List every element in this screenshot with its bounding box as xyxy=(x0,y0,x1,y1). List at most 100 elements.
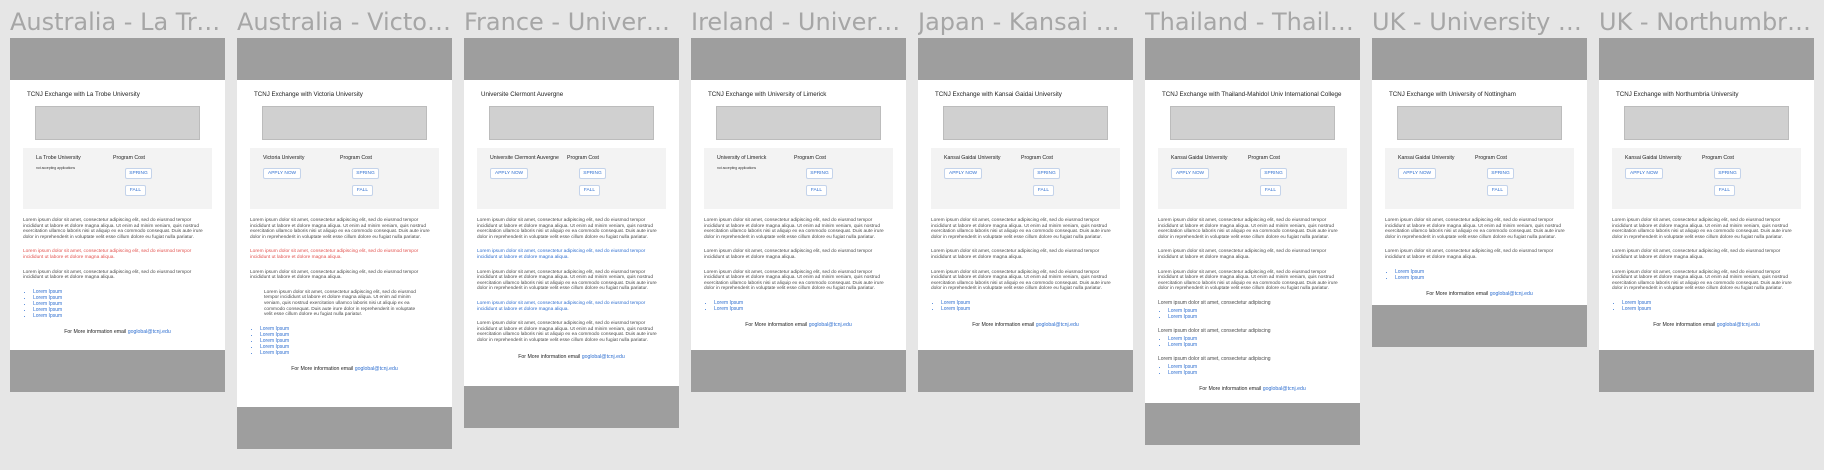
footer-bar xyxy=(918,350,1133,392)
section-intro: Lorem ipsum dolor sit amet, consectetur … xyxy=(1158,327,1271,334)
footer-bar xyxy=(1599,350,1814,392)
spring-button[interactable]: SPRING xyxy=(1487,168,1514,179)
fall-button[interactable]: FALL xyxy=(1033,185,1054,196)
body-paragraph: Lorem ipsum dolor sit amet, consectetur … xyxy=(1612,218,1792,240)
list-link[interactable]: Lorem Ipsum xyxy=(1395,275,1574,281)
frame-uk-nottingham[interactable]: UK - University of... TCNJ Exchange with… xyxy=(1372,0,1587,347)
fall-button[interactable]: FALL xyxy=(125,185,146,196)
footer-text: For More information email xyxy=(64,328,127,335)
program-cost-label: Program Cost xyxy=(1021,155,1053,161)
highlight-paragraph: Lorem ipsum dolor sit amet, consectetur … xyxy=(250,249,419,260)
footer-contact: For More information email goglobal@tcnj… xyxy=(931,322,1120,328)
section-intro: Lorem ipsum dolor sit amet, consectetur … xyxy=(1158,355,1271,362)
footer-bar xyxy=(10,350,225,392)
body-paragraph: Lorem ipsum dolor sit amet, consectetur … xyxy=(931,269,1111,292)
frame-title[interactable]: UK - University of... xyxy=(1372,6,1587,38)
frame-title[interactable]: Japan - Kansai G... xyxy=(918,6,1133,38)
spring-button[interactable]: SPRING xyxy=(125,168,152,179)
frame-thailand[interactable]: Thailand - Thailan... TCNJ Exchange with… xyxy=(1145,0,1360,445)
footer-text: For More information email xyxy=(1199,385,1262,392)
body-paragraph: Lorem ipsum dolor sit amet, consectetur … xyxy=(250,269,419,281)
university-name: Kansai Gaidai University xyxy=(1171,155,1228,161)
link-list: Lorem Ipsum Lorem Ipsum xyxy=(931,300,1120,312)
program-info-box: Universite Clermont Auvergne APPLY NOW P… xyxy=(477,148,666,209)
program-cost-label: Program Cost xyxy=(794,155,826,161)
body-paragraph: Lorem ipsum dolor sit amet, consectetur … xyxy=(931,249,1100,260)
footer-email-link[interactable]: goglobal@tcnj.edu xyxy=(1717,322,1760,328)
list-link[interactable]: Lorem Ipsum xyxy=(260,350,439,356)
frame-title[interactable]: Thailand - Thailan... xyxy=(1145,6,1360,38)
list-link[interactable]: Lorem Ipsum xyxy=(941,306,1120,312)
page-preview: TCNJ Exchange with Kansai Gaidai Univers… xyxy=(918,38,1133,392)
frame-ireland[interactable]: Ireland - Universit... TCNJ Exchange wit… xyxy=(691,0,906,392)
footer-text: For More information email xyxy=(745,321,808,328)
apply-now-button[interactable]: APPLY NOW xyxy=(944,168,983,179)
header-bar xyxy=(10,38,225,80)
header-bar xyxy=(1145,38,1360,80)
fall-button[interactable]: FALL xyxy=(806,185,827,196)
link-list: Lorem Ipsum Lorem Ipsum Lorem Ipsum Lore… xyxy=(23,289,212,319)
frame-uk-northumbria[interactable]: UK - Northumbria... TCNJ Exchange with N… xyxy=(1599,0,1814,392)
spring-button[interactable]: SPRING xyxy=(1714,168,1741,179)
link-list: Lorem Ipsum Lorem Ipsum Lorem Ipsum Lore… xyxy=(250,326,439,356)
highlight-paragraph: Lorem ipsum dolor sit amet, consectetur … xyxy=(477,300,646,312)
spring-button[interactable]: SPRING xyxy=(352,168,379,179)
fall-button[interactable]: FALL xyxy=(352,185,373,196)
hero-image-placeholder xyxy=(716,106,881,140)
frame-japan[interactable]: Japan - Kansai G... TCNJ Exchange with K… xyxy=(918,0,1133,392)
body-paragraph: Lorem ipsum dolor sit amet, consectetur … xyxy=(1612,269,1792,292)
apply-now-button[interactable]: APPLY NOW xyxy=(1625,168,1664,179)
program-info-box: Kansai Gaidai University APPLY NOW Progr… xyxy=(1385,148,1574,209)
link-list: Lorem Ipsum Lorem Ipsum xyxy=(1158,336,1347,348)
spring-button[interactable]: SPRING xyxy=(579,168,606,179)
footer-text: For More information email xyxy=(972,321,1035,328)
fall-button[interactable]: FALL xyxy=(579,185,600,196)
apply-now-button[interactable]: APPLY NOW xyxy=(263,168,302,179)
footer-email-link[interactable]: goglobal@tcnj.edu xyxy=(128,329,171,335)
header-bar xyxy=(1372,38,1587,80)
frame-title[interactable]: Australia - La Tro... xyxy=(10,6,225,38)
hero-image-placeholder xyxy=(35,106,200,140)
program-cost-label: Program Cost xyxy=(113,155,145,161)
frame-title[interactable]: Ireland - Universit... xyxy=(691,6,906,38)
list-link[interactable]: Lorem Ipsum xyxy=(1168,314,1347,320)
body-paragraph: Lorem ipsum dolor sit amet, consectetur … xyxy=(477,218,657,240)
footer-text: For More information email xyxy=(1426,290,1489,297)
list-link[interactable]: Lorem Ipsum xyxy=(33,313,212,319)
list-link[interactable]: Lorem Ipsum xyxy=(1622,306,1801,312)
body-paragraph: Lorem ipsum dolor sit amet, consectetur … xyxy=(1612,249,1781,260)
spring-button[interactable]: SPRING xyxy=(1260,168,1287,179)
footer-email-link[interactable]: goglobal@tcnj.edu xyxy=(582,354,625,360)
frame-france[interactable]: France - Universit... Universite Clermon… xyxy=(464,0,679,428)
hero-image-placeholder xyxy=(943,106,1108,140)
apply-now-button[interactable]: APPLY NOW xyxy=(490,168,529,179)
program-info-box: Victoria University APPLY NOW Program Co… xyxy=(250,148,439,209)
frame-title[interactable]: Australia - Victori... xyxy=(237,6,452,38)
fall-button[interactable]: FALL xyxy=(1714,185,1735,196)
footer-email-link[interactable]: goglobal@tcnj.edu xyxy=(355,366,398,372)
frame-australia-la-trobe[interactable]: Australia - La Tro... TCNJ Exchange with… xyxy=(10,0,225,392)
program-cost-label: Program Cost xyxy=(1702,155,1734,161)
header-bar xyxy=(918,38,1133,80)
university-name: University of Limerick xyxy=(717,155,767,161)
frame-title[interactable]: UK - Northumbria... xyxy=(1599,6,1814,38)
list-link[interactable]: Lorem Ipsum xyxy=(1168,370,1347,376)
footer-email-link[interactable]: goglobal@tcnj.edu xyxy=(1263,386,1306,392)
frame-australia-victoria[interactable]: Australia - Victori... TCNJ Exchange wit… xyxy=(237,0,452,449)
frame-title[interactable]: France - Universit... xyxy=(464,6,679,38)
list-link[interactable]: Lorem Ipsum xyxy=(1168,342,1347,348)
footer-email-link[interactable]: goglobal@tcnj.edu xyxy=(1490,291,1533,297)
fall-button[interactable]: FALL xyxy=(1487,185,1508,196)
list-link[interactable]: Lorem Ipsum xyxy=(714,306,893,312)
spring-button[interactable]: SPRING xyxy=(806,168,833,179)
page-title: TCNJ Exchange with Northumbria Universit… xyxy=(1616,91,1739,98)
footer-email-link[interactable]: goglobal@tcnj.edu xyxy=(809,322,852,328)
footer-bar xyxy=(1372,305,1587,347)
apply-now-button[interactable]: APPLY NOW xyxy=(1171,168,1210,179)
apply-now-button[interactable]: APPLY NOW xyxy=(1398,168,1437,179)
footer-bar xyxy=(464,386,679,428)
spring-button[interactable]: SPRING xyxy=(1033,168,1060,179)
footer-email-link[interactable]: goglobal@tcnj.edu xyxy=(1036,322,1079,328)
fall-button[interactable]: FALL xyxy=(1260,185,1281,196)
page-preview: TCNJ Exchange with Victoria University V… xyxy=(237,38,452,449)
